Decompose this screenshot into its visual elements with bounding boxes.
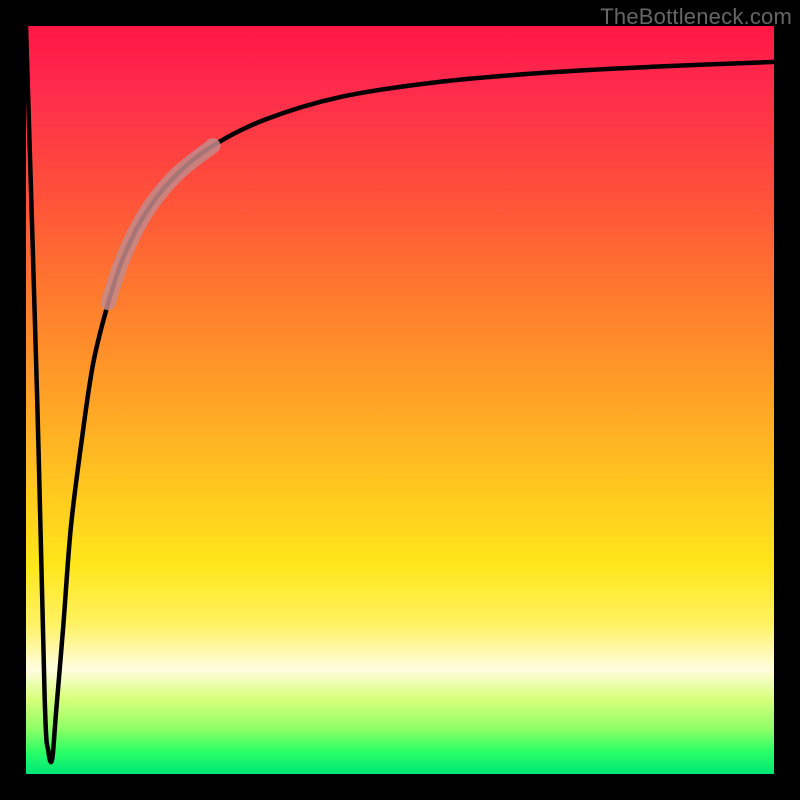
plot-area [26,26,774,774]
bottleneck-curve [26,26,774,762]
chart-frame: TheBottleneck.com [0,0,800,800]
bottleneck-curve-path [26,26,774,762]
watermark-text: TheBottleneck.com [600,4,792,30]
highlight-segment [108,146,213,303]
bottleneck-curve-svg [26,26,774,774]
